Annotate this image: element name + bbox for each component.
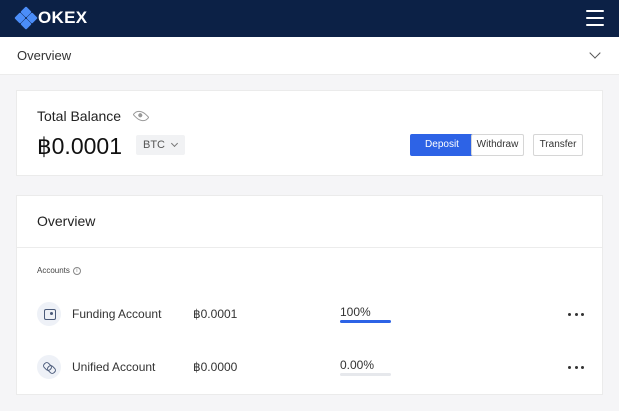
accounts-label-text: Accounts: [37, 266, 70, 275]
wallet-icon: [37, 302, 61, 326]
chevron-down-icon: [170, 139, 179, 148]
info-icon[interactable]: i: [72, 266, 81, 275]
account-percent: 100%: [340, 305, 371, 319]
account-share-bar: [340, 373, 391, 376]
withdraw-button[interactable]: Withdraw: [471, 134, 524, 156]
overview-title: Overview: [37, 213, 96, 229]
more-options-icon[interactable]: [568, 361, 584, 373]
total-balance-label: Total Balance: [37, 108, 122, 124]
account-name[interactable]: Funding Account: [72, 307, 161, 321]
okex-logo-icon: [14, 6, 38, 30]
hamburger-menu-icon[interactable]: [586, 10, 604, 26]
okex-logo[interactable]: OKEX: [14, 6, 88, 30]
chevron-down-icon[interactable]: [589, 47, 601, 59]
account-name[interactable]: Unified Account: [72, 360, 155, 374]
transfer-button[interactable]: Transfer: [533, 134, 583, 156]
currency-select-value: BTC: [143, 139, 165, 151]
account-row-funding[interactable]: Funding Account ฿0.0001 100%: [17, 296, 602, 330]
accounts-label: Accounts i: [37, 266, 81, 275]
account-percent: 0.00%: [340, 358, 375, 372]
account-row-unified[interactable]: Unified Account ฿0.0000 0.00%: [17, 349, 602, 383]
deposit-button[interactable]: Deposit: [410, 134, 474, 156]
more-options-icon[interactable]: [568, 308, 584, 320]
link-icon: [37, 355, 61, 379]
currency-select[interactable]: BTC: [136, 135, 185, 155]
section-selector-title: Overview: [17, 48, 72, 63]
top-navigation-bar: OKEX: [0, 0, 619, 37]
overview-card: Overview Accounts i Funding Account ฿0.0…: [16, 195, 603, 395]
total-balance-value: ฿0.0001: [37, 133, 122, 159]
brand-name: OKEX: [38, 8, 88, 27]
account-amount: ฿0.0001: [193, 307, 238, 321]
account-share-bar-fill: [340, 320, 391, 323]
section-selector[interactable]: Overview: [0, 37, 619, 75]
account-amount: ฿0.0000: [193, 360, 238, 374]
divider: [17, 247, 602, 248]
eye-icon[interactable]: [132, 107, 150, 125]
account-share-bar: [340, 320, 391, 323]
total-balance-card: Total Balance ฿0.0001 BTC Deposit Withdr…: [16, 90, 603, 176]
